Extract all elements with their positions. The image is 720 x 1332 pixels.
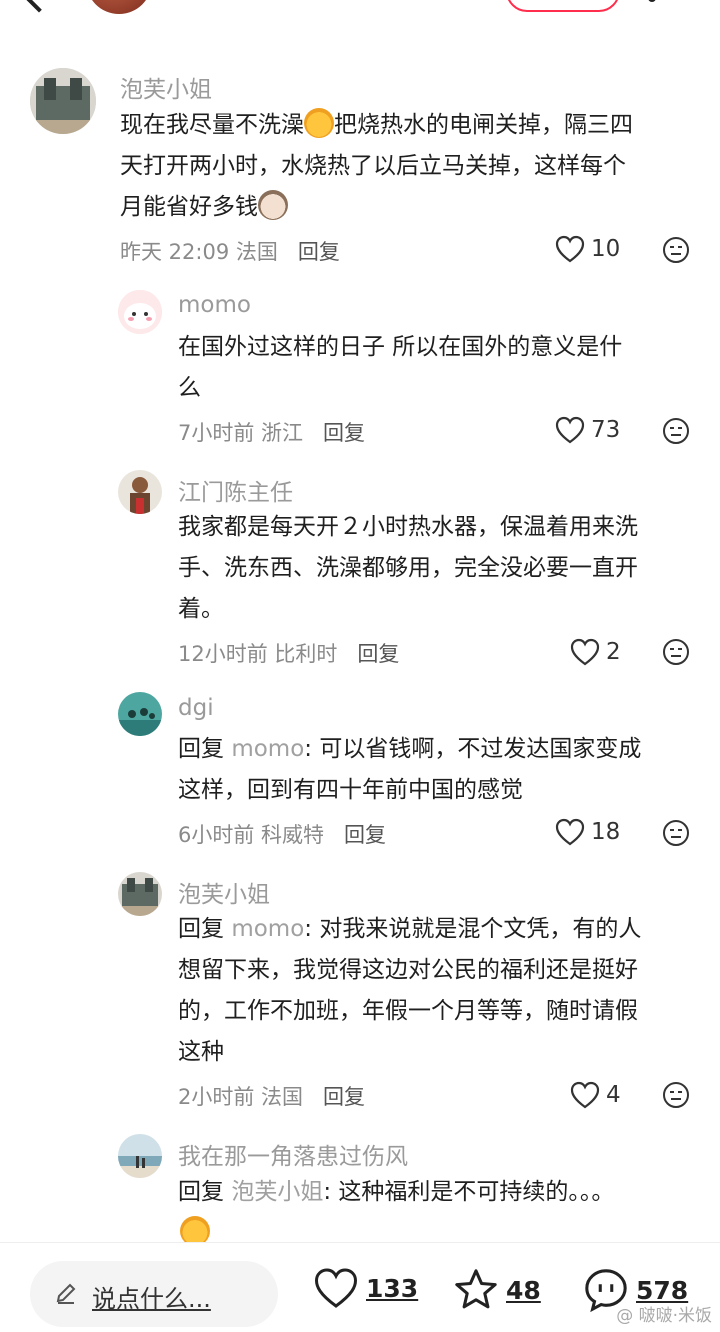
- comment-meta: 昨天 22:09 法国 回复: [120, 236, 340, 266]
- comment-text-part: : 对我来说就是混个文凭，有的人: [304, 916, 642, 942]
- comment-text: 我家都是每天开２小时热水器，保温着用来洗 手、洗东西、洗澡都够用，完全没必要一直…: [178, 507, 698, 630]
- comment-meta: 7小时前 浙江 回复: [178, 417, 365, 447]
- heart-icon: [570, 638, 600, 666]
- dislike-face-icon[interactable]: [662, 236, 690, 264]
- avatar[interactable]: [118, 872, 162, 916]
- comment-time: 昨天 22:09 法国: [120, 240, 278, 264]
- comment-text-line: 着。: [178, 596, 224, 622]
- comment-input-placeholder: 说点什么...: [92, 1285, 211, 1313]
- like-count: 18: [591, 819, 621, 845]
- comment-text-line: 手、洗东西、洗澡都够用，完全没必要一直开: [178, 555, 638, 581]
- comment-input[interactable]: 说点什么...: [30, 1261, 278, 1327]
- share-icon[interactable]: [648, 0, 656, 2]
- comment-text: 回复 momo: 可以省钱啊，不过发达国家变成 这样，回到有四十年前中国的感觉: [178, 729, 698, 811]
- comment-meta: 6小时前 科威特 回复: [178, 819, 386, 849]
- author-avatar[interactable]: [86, 0, 152, 14]
- watermark: @ 啵啵·米饭: [616, 1306, 712, 1326]
- avatar[interactable]: [118, 290, 162, 334]
- reply-button[interactable]: 回复: [344, 823, 386, 847]
- comment-text: 在国外过这样的日子 所以在国外的意义是什 么: [178, 327, 698, 409]
- comment-text-line: 月能省好多钱: [120, 194, 258, 220]
- reply-prefix: 回复: [178, 1179, 224, 1205]
- comment-text-line: 这种: [178, 1039, 224, 1065]
- like-count: 2: [606, 639, 621, 665]
- reply-prefix: 回复: [178, 736, 224, 762]
- avatar-image: [30, 68, 96, 134]
- avatar-image: [118, 1134, 162, 1178]
- avatar-image: [118, 290, 162, 334]
- like-button[interactable]: 2: [570, 638, 621, 666]
- reply-target-user[interactable]: momo: [231, 916, 304, 942]
- avatar[interactable]: [118, 692, 162, 736]
- dislike-face-icon[interactable]: [662, 417, 690, 445]
- avatar[interactable]: [30, 68, 96, 134]
- comment-time: 12小时前 比利时: [178, 642, 338, 666]
- post-like-button[interactable]: 133: [312, 1267, 418, 1309]
- comment-meta: 2小时前 法国 回复: [178, 1081, 365, 1111]
- post-like-count: 133: [366, 1273, 419, 1303]
- comment-text-part: 把烧热水的电闸关掉，隔三四: [334, 112, 633, 138]
- comment-text-line: 我家都是每天开２小时热水器，保温着用来洗: [178, 514, 638, 540]
- reply-button[interactable]: 回复: [323, 421, 365, 445]
- mango-emoji-icon: [304, 108, 334, 138]
- cat-emoji-icon: [258, 190, 288, 220]
- follow-button[interactable]: [506, 0, 620, 12]
- like-button[interactable]: 4: [570, 1081, 621, 1109]
- comment-text-part: : 可以省钱啊，不过发达国家变成: [304, 736, 642, 762]
- comment-text: 现在我尽量不洗澡 把烧热水的电闸关掉，隔三四 天打开两小时，水烧热了以后立马关掉，…: [120, 105, 700, 228]
- like-button[interactable]: 10: [555, 235, 620, 263]
- reply-button[interactable]: 回复: [298, 240, 340, 264]
- dislike-face-icon[interactable]: [662, 819, 690, 847]
- like-count: 10: [591, 236, 621, 262]
- reply-prefix: 回复: [178, 916, 224, 942]
- comment-text: 回复 momo: 对我来说就是混个文凭，有的人 想留下来，我觉得这边对公民的福利…: [178, 909, 698, 1073]
- heart-icon: [570, 1081, 600, 1109]
- collect-button[interactable]: 48: [452, 1267, 541, 1313]
- comment-text-line: 想留下来，我觉得这边对公民的福利还是挺好: [178, 957, 638, 983]
- bottom-bar: 说点什么... 133 48 578 @ 啵啵·米饭: [0, 1242, 720, 1332]
- comment-text: 回复 泡芙小姐: 这种福利是不可持续的。。。: [178, 1172, 698, 1213]
- pencil-icon: [56, 1283, 76, 1304]
- heart-icon: [314, 1268, 358, 1308]
- collect-count: 48: [506, 1275, 541, 1305]
- comment-username[interactable]: dgi: [178, 695, 214, 721]
- reply-target-user[interactable]: 泡芙小姐: [231, 1179, 323, 1205]
- comment-username[interactable]: 泡芙小姐: [178, 875, 270, 909]
- comment-time: 7小时前 浙江: [178, 421, 304, 445]
- comment-username[interactable]: 江门陈主任: [178, 473, 293, 507]
- comment-time: 2小时前 法国: [178, 1085, 304, 1109]
- star-icon: [455, 1269, 497, 1309]
- comment-username[interactable]: momo: [178, 292, 251, 318]
- avatar-image: [118, 872, 162, 916]
- like-count: 73: [591, 417, 621, 443]
- comment-text-part: 现在我尽量不洗澡: [120, 112, 304, 138]
- reply-target-user[interactable]: momo: [231, 736, 304, 762]
- avatar[interactable]: [118, 470, 162, 514]
- back-icon[interactable]: [23, 0, 55, 13]
- reply-button[interactable]: 回复: [357, 642, 399, 666]
- avatar[interactable]: [118, 1134, 162, 1178]
- reply-button[interactable]: 回复: [323, 1085, 365, 1109]
- comment-text-line: 的，工作不加班，年假一个月等等，随时请假: [178, 998, 638, 1024]
- heart-icon: [555, 235, 585, 263]
- comment-username[interactable]: 我在那一角落患过伤风: [178, 1137, 408, 1171]
- like-button[interactable]: 73: [555, 416, 620, 444]
- comment-text-line: 么: [178, 375, 201, 401]
- dislike-face-icon[interactable]: [662, 638, 690, 666]
- heart-icon: [555, 416, 585, 444]
- comment-text-line: 这样，回到有四十年前中国的感觉: [178, 777, 523, 803]
- comment-time: 6小时前 科威特: [178, 823, 325, 847]
- heart-icon: [555, 818, 585, 846]
- comment-text-part: : 这种福利是不可持续的。。。: [323, 1179, 615, 1205]
- comment-text-line: 天打开两小时，水烧热了以后立马关掉，这样每个: [120, 153, 626, 179]
- like-count: 4: [606, 1082, 621, 1108]
- like-button[interactable]: 18: [555, 818, 620, 846]
- dislike-face-icon[interactable]: [662, 1081, 690, 1109]
- avatar-image: [118, 692, 162, 736]
- comment-username[interactable]: 泡芙小姐: [120, 70, 212, 104]
- avatar-image: [118, 470, 162, 514]
- comment-meta: 12小时前 比利时 回复: [178, 638, 399, 668]
- comment-text-line: 在国外过这样的日子 所以在国外的意义是什: [178, 334, 623, 360]
- top-bar: [0, 0, 720, 30]
